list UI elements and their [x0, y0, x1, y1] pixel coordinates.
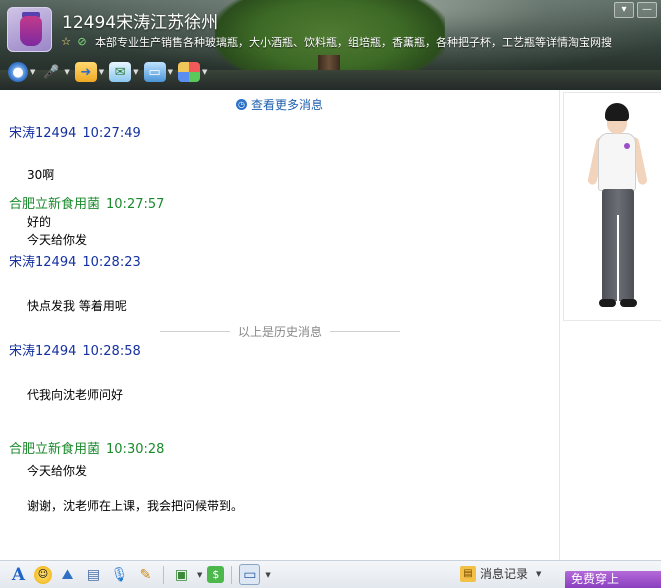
scratch-pad-icon[interactable]: ✎ [135, 564, 156, 585]
voice-message-icon[interactable]: 🎙 [109, 564, 130, 585]
chat-history[interactable]: ◷ 查看更多消息 宋涛12494 10:27:49 30啊 合肥立新食用菌 10:2… [0, 90, 559, 560]
file-transfer-icon: ➜ [74, 62, 97, 82]
chevron-down-icon[interactable]: ▼ [99, 68, 104, 76]
message-header: 宋涛12494 10:28:23 [9, 251, 141, 270]
status-row: ☆ ⊘ 本部专业生产销售各种玻璃瓶，大小酒瓶、饮料瓶，组培瓶，香薰瓶，各种把子杯… [59, 34, 612, 50]
message-time: 10:27:57 [106, 197, 165, 212]
message-text: 代我向沈老师问好 [27, 388, 124, 402]
toolbar-separator [163, 565, 164, 584]
input-tools: A ☺ ⛰ ▤ 🎙 ✎ ▣ ▼ $ ▭ ▼ [8, 564, 271, 585]
qzone-icon[interactable]: ⊘ [75, 35, 89, 49]
avatar-show-character[interactable] [563, 92, 661, 321]
input-toolbar: A ☺ ⛰ ▤ 🎙 ✎ ▣ ▼ $ ▭ ▼ ▤ 消息记录 ▼ [0, 560, 661, 588]
message-record-icon: ▤ [460, 565, 476, 582]
chevron-down-icon[interactable]: ▼ [30, 68, 35, 76]
history-divider-label: 以上是历史消息 [238, 324, 323, 339]
level-star-icon[interactable]: ☆ [59, 35, 73, 49]
message-text: 好的 [27, 215, 52, 229]
message-text: 今天给你发 [27, 464, 88, 478]
message-header: 宋涛12494 10:27:49 [9, 122, 141, 141]
message-time: 10:27:49 [82, 126, 141, 141]
voice-call-button[interactable]: 🎤 ▼ [40, 61, 69, 83]
message-text: 谢谢，沈老师在上课，我会把问候带到。 [27, 499, 244, 513]
message-header: 合肥立新食用菌 10:30:28 [9, 438, 164, 457]
menu-icon[interactable]: ▾ [614, 2, 634, 18]
sticker-icon[interactable]: $ [207, 566, 225, 583]
sender-name[interactable]: 合肥立新食用菌 [9, 197, 100, 212]
divider-line [330, 330, 401, 332]
sender-name[interactable]: 宋涛12494 [9, 126, 76, 141]
minimize-icon[interactable]: — [637, 2, 657, 18]
avatar-jar [20, 16, 42, 46]
chevron-down-icon[interactable]: ▼ [197, 571, 202, 579]
chevron-down-icon[interactable]: ▼ [133, 68, 138, 76]
video-call-button[interactable]: ● ▼ [8, 61, 35, 83]
message-text: 快点发我 等着用呢 [27, 299, 127, 313]
character-shoe [599, 299, 616, 307]
video-call-icon: ● [8, 62, 28, 82]
font-icon[interactable]: A [8, 564, 29, 585]
sms-button[interactable]: ✉ ▼ [109, 61, 139, 83]
chevron-down-icon[interactable]: ▼ [168, 68, 173, 76]
sender-name[interactable]: 宋涛12494 [9, 255, 76, 270]
message-record-label: 消息记录 [480, 567, 529, 581]
more-messages-label: 查看更多消息 [251, 98, 324, 112]
chat-header: 12494宋涛江苏徐州 ☆ ⊘ 本部专业生产销售各种玻璃瓶，大小酒瓶、饮料瓶，组… [0, 0, 661, 90]
sms-icon: ✉ [109, 62, 132, 82]
clock-icon: ◷ [236, 99, 247, 110]
avatar-show-panel [559, 90, 661, 560]
top-toolbar: ● ▼ 🎤 ▼ ➜ ▼ ✉ ▼ ▭ ▼ ▼ [8, 60, 207, 84]
free-wear-button[interactable]: 免费穿上 [565, 571, 661, 588]
character-shoe [620, 299, 637, 307]
character-shirt [598, 133, 636, 191]
message-time: 10:30:28 [106, 442, 165, 457]
message-time: 10:28:58 [82, 344, 141, 359]
shirt-logo-icon [624, 143, 630, 149]
contact-name[interactable]: 12494宋涛江苏徐州 [62, 8, 218, 33]
remote-desktop-button[interactable]: ▭ ▼ [143, 61, 173, 83]
app-box-button[interactable]: ▼ [177, 61, 207, 83]
chevron-down-icon[interactable]: ▼ [536, 570, 541, 578]
screenshot-icon[interactable]: ▭ [239, 564, 261, 585]
message-header: 合肥立新食用菌 10:27:57 [9, 193, 164, 212]
sender-name[interactable]: 宋涛12494 [9, 344, 76, 359]
divider-line [160, 330, 230, 332]
chevron-down-icon[interactable]: ▼ [64, 68, 69, 76]
image-icon[interactable]: ▣ [171, 564, 192, 585]
emoji-icon[interactable]: ☺ [34, 565, 52, 584]
file-transfer-button[interactable]: ➜ ▼ [74, 61, 104, 83]
history-divider: 以上是历史消息 [160, 324, 401, 339]
sender-name[interactable]: 合肥立新食用菌 [9, 442, 100, 457]
music-icon[interactable]: ▤ [83, 564, 104, 585]
nudge-icon[interactable]: ⛰ [57, 564, 78, 585]
voice-call-icon: 🎤 [43, 64, 60, 80]
message-text: 30啊 [27, 168, 55, 182]
chevron-down-icon[interactable]: ▼ [265, 571, 270, 579]
contact-signature: 本部专业生产销售各种玻璃瓶，大小酒瓶、饮料瓶，组培瓶，香薰瓶，各种把子杯，工艺瓶… [95, 36, 612, 49]
toolbar-separator [231, 565, 233, 584]
window-controls: ▾ — [614, 2, 657, 18]
message-text: 今天给你发 [27, 233, 88, 247]
message-time: 10:28:23 [82, 255, 141, 270]
more-messages-link[interactable]: ◷ 查看更多消息 [236, 96, 323, 113]
character-pants-gap [617, 215, 619, 301]
contact-avatar[interactable] [7, 7, 52, 52]
app-box-icon [177, 62, 200, 82]
message-record-button[interactable]: ▤ 消息记录 ▼ [460, 565, 541, 582]
message-header: 宋涛12494 10:28:58 [9, 340, 141, 359]
chevron-down-icon[interactable]: ▼ [202, 68, 207, 76]
remote-desktop-icon: ▭ [143, 62, 166, 82]
character-hair [605, 103, 629, 121]
